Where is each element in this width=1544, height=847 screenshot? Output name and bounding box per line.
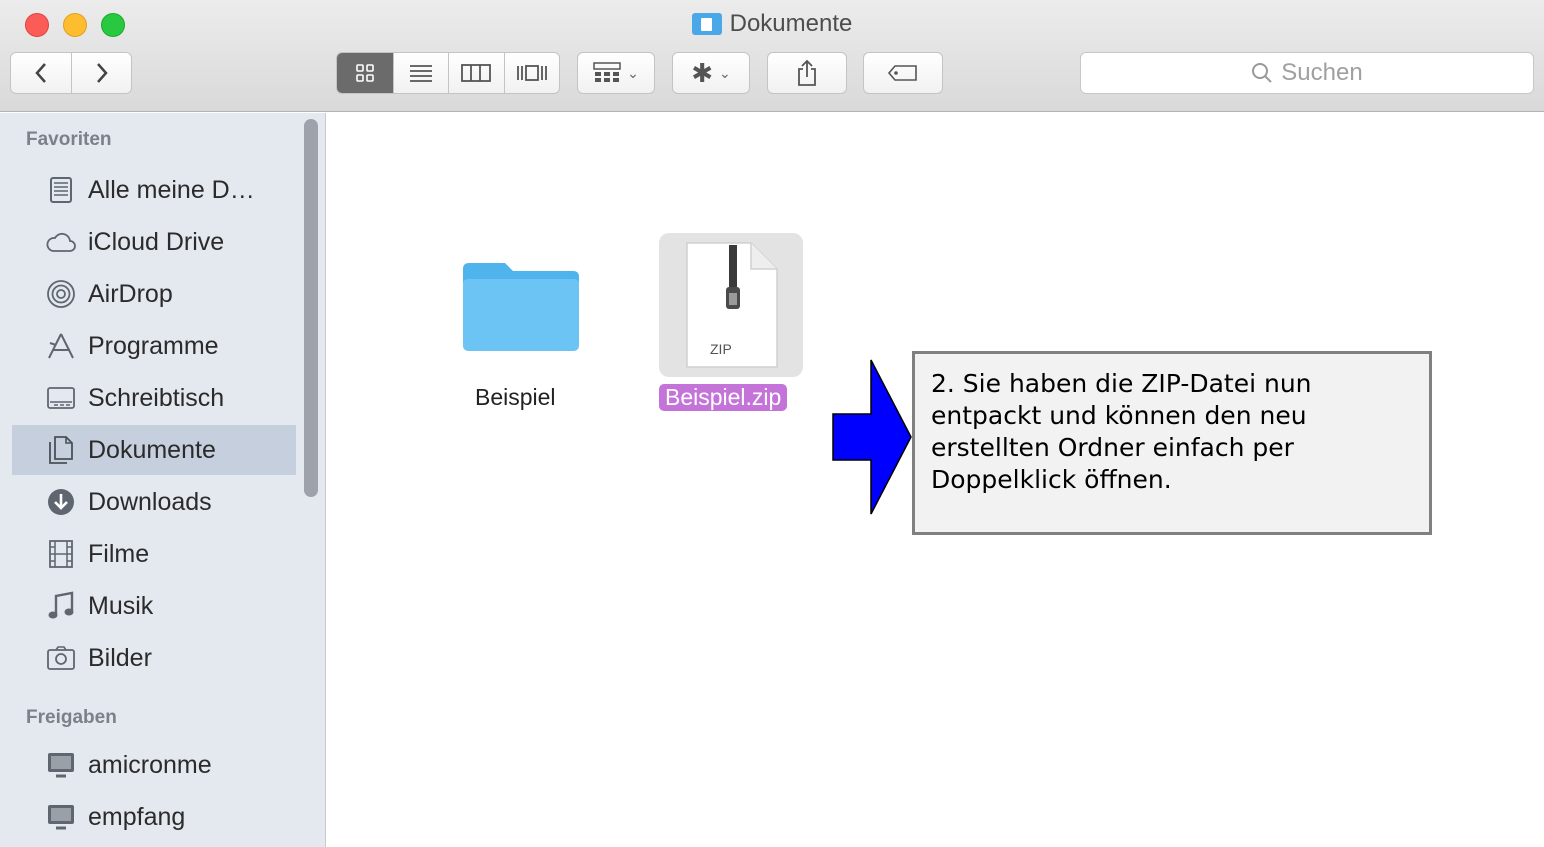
sidebar-item-label: Schreibtisch [88,383,225,412]
search-placeholder: Suchen [1281,59,1363,86]
sidebar-item-downloads[interactable]: Downloads [12,477,296,527]
favorites-heading: Favoriten [26,129,112,150]
file-name: Beispiel [475,384,556,410]
cover-flow-icon [516,65,547,81]
downloads-icon [46,487,76,517]
airdrop-icon [46,279,76,309]
share-icon [798,59,816,86]
chevron-down-icon: ⌄ [627,64,639,81]
sidebar-item-bilder[interactable]: Bilder [12,633,296,683]
forward-button[interactable] [71,53,131,93]
sidebar-item-label: Musik [88,591,154,620]
sidebar-item-programme[interactable]: Programme [12,321,296,371]
documents-folder-icon [691,13,722,35]
back-button[interactable] [11,53,71,93]
sidebar-item-label: Programme [88,331,219,360]
annotation-line: Doppelklick öffnen. [931,465,1172,494]
list-view-button[interactable] [392,53,449,93]
search-field[interactable]: Suchen [1080,52,1534,94]
sidebar-item-label: Filme [88,539,150,568]
sidebar-item-label: Downloads [88,487,212,516]
tag-icon [887,65,917,81]
chevron-down-icon: ⌄ [719,64,731,81]
music-icon [46,591,76,621]
applications-icon [46,331,76,361]
sidebar-item-dokumente[interactable]: Dokumente [12,425,296,475]
folder-icon [463,263,579,351]
action-button[interactable]: ✱ ⌄ [672,52,750,94]
arrange-button[interactable]: ⌄ [577,52,655,94]
sidebar-item-all-files[interactable]: Alle meine D… [12,165,296,215]
file-name-selected[interactable]: Beispiel.zip [659,384,788,411]
sidebar-item-schreibtisch[interactable]: Schreibtisch [12,373,296,423]
arrange-grid-icon [593,62,621,82]
sidebar-item-empfang[interactable]: empfang [12,792,296,842]
search-icon [1252,63,1273,83]
computer-icon [46,802,76,832]
title-bar: Dokumente ⌄ ✱ ⌄ Suchen [0,0,1544,112]
sidebar-item-label: empfang [88,802,186,831]
sidebar-item-label: Bilder [88,643,152,672]
sidebar-item-label: AirDrop [88,279,173,308]
sidebar: Favoriten Alle meine D… iCloud Drive Air… [0,113,326,847]
sidebar-item-filme[interactable]: Filme [12,529,296,579]
share-button[interactable] [767,52,847,94]
window-title: Dokumente [0,10,1544,38]
icon-view-button[interactable] [337,53,393,93]
annotation-line: 2. Sie haben die ZIP-Datei nun [931,369,1312,398]
sidebar-item-label: Dokumente [88,435,216,464]
zip-badge: ZIP [710,341,732,357]
movies-icon [46,539,76,569]
shared-heading: Freigaben [26,707,117,728]
sidebar-item-label: Alle meine D… [88,175,255,204]
view-mode-control [336,52,560,94]
desktop-icon [46,383,76,413]
all-files-icon [46,175,76,205]
gear-icon: ✱ [691,57,714,88]
column-view-icon [461,64,492,82]
sidebar-item-musik[interactable]: Musik [12,581,296,631]
sidebar-item-label: iCloud Drive [88,227,225,256]
navigation-buttons [10,52,132,94]
blue-arrow-icon [832,359,912,515]
sidebar-item-amicronme[interactable]: amicronme [12,740,296,790]
pictures-icon [46,643,76,673]
chevron-right-icon [96,63,108,83]
annotation-line: entpackt und können den neu [931,401,1307,430]
chevron-left-icon [35,63,46,83]
cover-flow-view-button[interactable] [503,53,560,93]
documents-icon [46,435,76,465]
sidebar-item-label: amicronme [88,750,212,779]
column-view-button[interactable] [448,53,504,93]
cloud-icon [46,227,76,257]
sidebar-scrollbar[interactable] [304,119,318,497]
tags-button[interactable] [863,52,943,94]
sidebar-item-icloud-drive[interactable]: iCloud Drive [12,217,296,267]
computer-icon [46,750,76,780]
annotation-callout: 2. Sie haben die ZIP-Datei nun entpackt … [912,351,1432,535]
sidebar-item-airdrop[interactable]: AirDrop [12,269,296,319]
annotation-line: erstellten Ordner einfach per [931,433,1294,462]
window-title-text: Dokumente [729,10,853,37]
list-view-icon [409,65,432,82]
icon-view-icon [355,64,374,82]
